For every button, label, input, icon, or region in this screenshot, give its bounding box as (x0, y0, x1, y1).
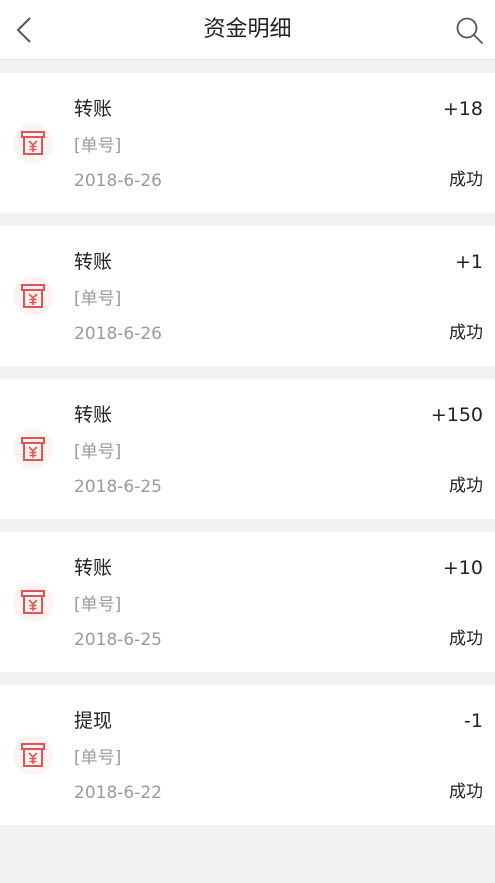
transaction-type: 转账 (74, 557, 113, 579)
transaction-card[interactable]: 转账 [单号] 2018-6-26 +1 成功 (0, 226, 495, 366)
page-title: 资金明细 (203, 17, 292, 42)
transaction-status: 成功 (449, 476, 483, 496)
transaction-status: 成功 (449, 629, 483, 649)
order-number: [单号] (74, 442, 122, 462)
transaction-type: 提现 (74, 710, 113, 732)
navigation-bar: 资金明细 (0, 0, 495, 60)
transaction-card[interactable]: 提现 [单号] 2018-6-22 -1 成功 (0, 685, 495, 825)
order-number: [单号] (74, 136, 122, 156)
order-number: [单号] (74, 289, 122, 309)
yuan-receipt-icon (13, 735, 53, 775)
transaction-status: 成功 (449, 170, 483, 190)
transaction-status: 成功 (449, 323, 483, 343)
transaction-amount: +150 (430, 404, 483, 426)
transaction-card[interactable]: 转账 [单号] 2018-6-25 +150 成功 (0, 379, 495, 519)
transaction-amount: -1 (464, 710, 483, 732)
yuan-receipt-icon (13, 429, 53, 469)
search-button[interactable] (451, 12, 487, 48)
transaction-card[interactable]: 转账 [单号] 2018-6-26 +18 成功 (0, 73, 495, 213)
transaction-amount: +18 (442, 98, 483, 120)
transaction-amount: +1 (454, 251, 483, 273)
transaction-type: 转账 (74, 251, 113, 273)
yuan-receipt-icon (13, 276, 53, 316)
transaction-date: 2018-6-26 (74, 324, 162, 344)
transaction-amount: +10 (442, 557, 483, 579)
yuan-receipt-icon (13, 123, 53, 163)
transaction-card[interactable]: 转账 [单号] 2018-6-25 +10 成功 (0, 532, 495, 672)
order-number: [单号] (74, 595, 122, 615)
transaction-status: 成功 (449, 782, 483, 802)
yuan-receipt-icon (13, 582, 53, 622)
transaction-date: 2018-6-26 (74, 171, 162, 191)
transaction-date: 2018-6-25 (74, 630, 162, 650)
order-number: [单号] (74, 748, 122, 768)
transaction-type: 转账 (74, 404, 113, 426)
transaction-list: 转账 [单号] 2018-6-26 +18 成功 转账 [单号] 2018-6-… (0, 73, 495, 838)
transaction-date: 2018-6-22 (74, 783, 162, 803)
transaction-date: 2018-6-25 (74, 477, 162, 497)
search-icon (456, 17, 483, 44)
transaction-type: 转账 (74, 98, 113, 120)
